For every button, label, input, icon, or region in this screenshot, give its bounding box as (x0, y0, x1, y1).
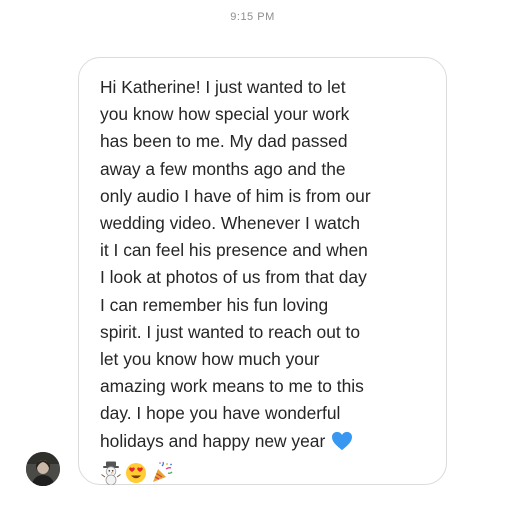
message-line: it I can feel his presence and when (100, 240, 368, 261)
emoji-row (100, 461, 432, 485)
message-line: wedding video. Whenever I watch (100, 213, 361, 234)
message-bubble[interactable]: Hi Katherine! I just wanted to let you k… (78, 57, 447, 485)
party-popper-icon (150, 461, 174, 485)
avatar[interactable] (26, 452, 60, 486)
message-line: let you know how much your (100, 349, 320, 370)
message-line: has been to me. My dad passed (100, 131, 348, 152)
message-line: away a few months ago and the (100, 158, 346, 179)
message-line: day. I hope you have wonderful (100, 403, 341, 424)
message-line: you know how special your work (100, 104, 350, 125)
message-line: only audio I have of him is from our (100, 185, 371, 206)
message-line-last: holidays and happy new year (100, 428, 432, 459)
message-line: Hi Katherine! I just wanted to let (100, 77, 346, 97)
heart-eyes-icon (125, 462, 147, 484)
message-line: amazing work means to me to this (100, 376, 364, 397)
blue-heart-icon (331, 431, 353, 459)
message-line: spirit. I just wanted to reach out to (100, 321, 361, 342)
message-line: I can remember his fun loving (100, 294, 329, 315)
message-line: I look at photos of us from that day (100, 267, 367, 288)
snowman-icon (100, 461, 122, 485)
message-line: holidays and happy new year (100, 430, 326, 451)
message-text: Hi Katherine! I just wanted to let you k… (100, 74, 432, 459)
message-timestamp: 9:15 PM (230, 11, 275, 23)
